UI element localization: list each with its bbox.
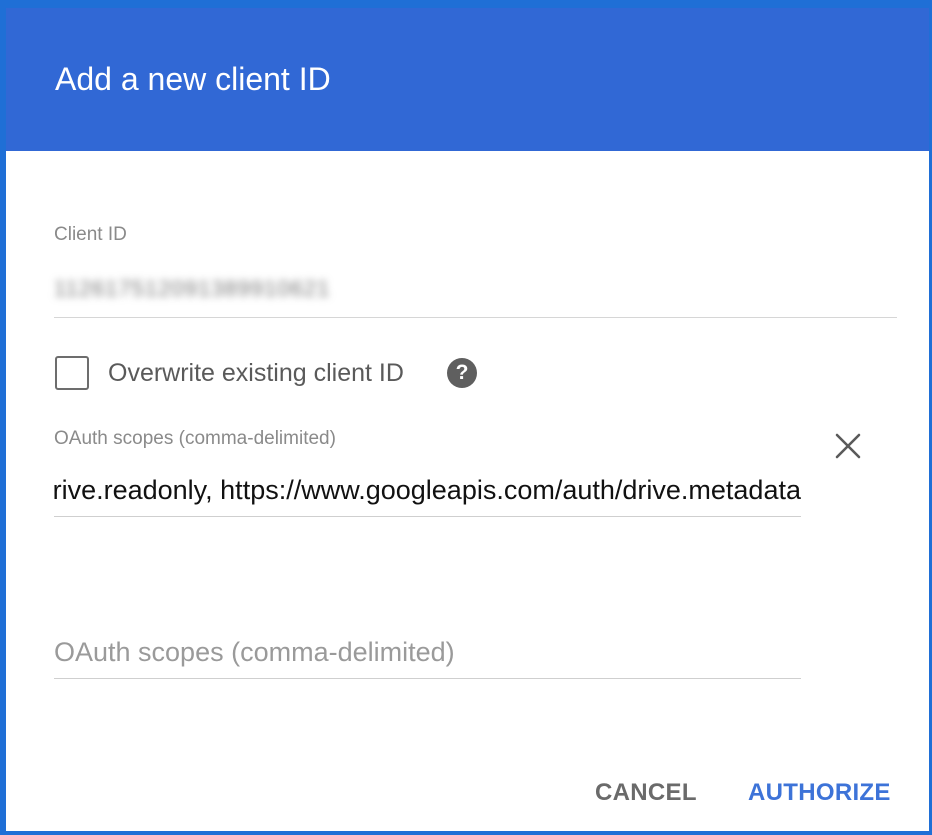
close-icon[interactable]: [830, 428, 866, 464]
dialog-header: Add a new client ID: [6, 8, 929, 151]
authorize-button[interactable]: AUTHORIZE: [748, 776, 891, 810]
client-id-label: Client ID: [54, 224, 127, 245]
client-id-underline: [54, 317, 897, 318]
overwrite-checkbox[interactable]: [55, 356, 89, 390]
oauth-scopes-label: OAuth scopes (comma-delimited): [54, 428, 336, 449]
oauth-scopes-input[interactable]: [54, 464, 801, 517]
dialog-title: Add a new client ID: [55, 61, 331, 97]
help-icon[interactable]: ?: [447, 358, 477, 388]
overwrite-checkbox-label[interactable]: Overwrite existing client ID: [108, 356, 404, 390]
oauth-scopes-input-new[interactable]: [54, 626, 801, 679]
client-id-value[interactable]: 112617512091389910621: [54, 276, 434, 304]
cancel-button[interactable]: CANCEL: [595, 776, 697, 810]
